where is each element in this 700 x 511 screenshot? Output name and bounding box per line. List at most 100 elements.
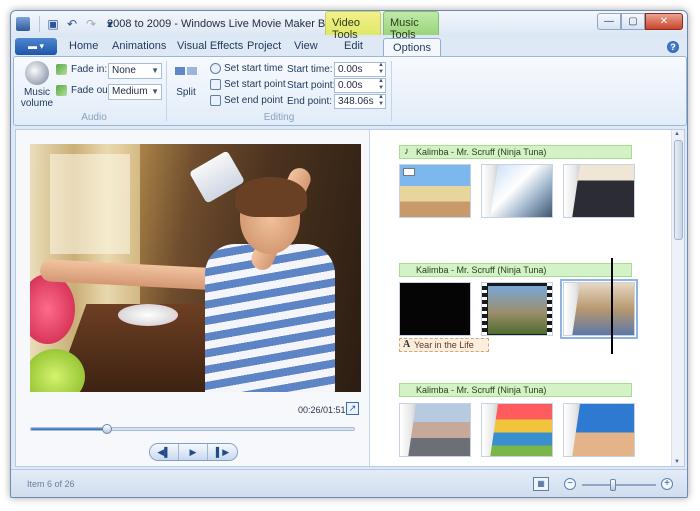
- film-frame-shape: [488, 286, 548, 334]
- end-point-icon: [210, 95, 221, 106]
- caption-bar[interactable]: A Year in the Life: [399, 338, 489, 352]
- playhead[interactable]: [611, 258, 613, 354]
- audio-group-label: Audio: [81, 112, 107, 123]
- clip-thumbnail[interactable]: [481, 282, 553, 336]
- window-controls: — ▢ ✕: [597, 13, 683, 30]
- fade-out-value: Medium: [112, 86, 148, 97]
- tab-animations[interactable]: Animations: [112, 40, 166, 52]
- status-bar: Item 6 of 26 ▦ − +: [11, 469, 687, 497]
- item-count: Item 6 of 26: [27, 479, 75, 489]
- fade-in-dropdown[interactable]: None ▼: [108, 63, 162, 79]
- zoom-slider-handle[interactable]: [610, 479, 617, 491]
- music-track-label: Kalimba - Mr. Scruff (Ninja Tuna): [416, 265, 547, 275]
- scrollbar-thumb[interactable]: [674, 140, 683, 240]
- music-track-bar[interactable]: Kalimba - Mr. Scruff (Ninja Tuna): [399, 263, 632, 277]
- timecode: 00:26/01:51: [298, 405, 346, 415]
- movie-maker-window: ▣ ↶ ↷ ▾ 2008 to 2009 - Windows Live Movi…: [10, 10, 688, 498]
- clip-thumbnail[interactable]: [399, 164, 471, 218]
- set-start-point-button[interactable]: Set start point: [210, 79, 286, 90]
- zoom-out-button[interactable]: −: [564, 478, 576, 490]
- seek-bar[interactable]: [30, 424, 355, 434]
- music-volume-label: Music volume: [20, 87, 54, 109]
- context-tab-video-tools: Video Tools: [325, 11, 381, 41]
- seek-handle[interactable]: [101, 424, 112, 434]
- split-button[interactable]: Split: [171, 67, 201, 98]
- scroll-up-icon[interactable]: ▲: [674, 131, 680, 137]
- content-area: 00:26/01:51 ↗ ◀▌ ▶ ▌▶ ♪ Kalimba - Mr. Sc…: [15, 129, 685, 467]
- start-point-input[interactable]: 0.00s ▲ ▼: [334, 78, 386, 93]
- clip-thumbnail[interactable]: [399, 282, 471, 336]
- tab-view[interactable]: View: [294, 40, 318, 52]
- undo-icon[interactable]: ↶: [64, 16, 80, 32]
- close-button[interactable]: ✕: [645, 13, 683, 30]
- caption-label: Year in the Life: [414, 340, 474, 350]
- scroll-down-icon[interactable]: ▼: [674, 459, 680, 465]
- clip-row-2: [399, 279, 638, 339]
- split-icon: [175, 67, 197, 75]
- maximize-button[interactable]: ▢: [621, 13, 645, 30]
- vertical-scrollbar[interactable]: ▲ ▼: [671, 130, 684, 466]
- previous-frame-button[interactable]: ◀▌: [150, 444, 179, 460]
- music-track-bar[interactable]: ♪ Kalimba - Mr. Scruff (Ninja Tuna): [399, 145, 632, 159]
- clip-thumbnail[interactable]: [481, 164, 553, 218]
- set-start-time-button[interactable]: Set start time: [210, 63, 283, 74]
- fade-in-label: Fade in:: [71, 64, 108, 75]
- pop-out-icon[interactable]: ↗: [346, 402, 359, 415]
- seek-bar-fill: [31, 428, 107, 430]
- transport-controls: ◀▌ ▶ ▌▶: [149, 443, 238, 461]
- tab-project[interactable]: Project: [247, 40, 281, 52]
- film-perforation-shape: [547, 283, 552, 335]
- redo-icon[interactable]: ↷: [83, 16, 99, 32]
- clip-thumbnail[interactable]: [563, 403, 635, 457]
- save-icon[interactable]: ▣: [45, 16, 61, 32]
- tab-edit[interactable]: Edit: [344, 40, 363, 52]
- editing-group-label: Editing: [263, 112, 295, 123]
- app-icon[interactable]: [16, 17, 30, 31]
- clip-row-1: [399, 164, 635, 218]
- quick-access-toolbar: ▣ ↶ ↷ ▾: [37, 16, 118, 32]
- clip-row-3: [399, 403, 635, 457]
- application-menu-button[interactable]: ▬ ▾: [15, 38, 57, 55]
- window-title: 2008 to 2009 - Windows Live Movie Maker …: [107, 18, 341, 30]
- video-preview[interactable]: [30, 144, 361, 392]
- clip-thumbnail[interactable]: [481, 403, 553, 457]
- spinner-arrows-icon[interactable]: ▲ ▼: [378, 94, 384, 108]
- clock-icon: [210, 63, 221, 74]
- chevron-down-icon: ▼: [151, 87, 159, 96]
- start-point-value: 0.00s: [338, 80, 363, 91]
- clip-thumbnail[interactable]: [563, 164, 635, 218]
- clip-thumbnail-selected[interactable]: [560, 279, 638, 339]
- speaker-icon: [25, 61, 49, 85]
- minimize-button[interactable]: —: [597, 13, 621, 30]
- tab-options[interactable]: Options: [383, 38, 441, 58]
- film-perforation-shape: [482, 283, 487, 335]
- qat-separator: [39, 16, 40, 32]
- plate-shape: [118, 304, 178, 326]
- zoom-in-button[interactable]: +: [661, 478, 673, 490]
- music-note-icon: ♪: [404, 146, 409, 157]
- group-separator: [166, 61, 167, 121]
- ribbon: Music volume Fade in: None ▼ Fade out: M…: [13, 56, 687, 126]
- music-volume-button[interactable]: Music volume: [20, 61, 54, 109]
- tab-visual-effects[interactable]: Visual Effects: [177, 40, 243, 52]
- thumbnail-size-icon[interactable]: ▦: [533, 477, 549, 491]
- play-button[interactable]: ▶: [179, 444, 208, 460]
- help-icon[interactable]: ?: [667, 41, 679, 53]
- spinner-arrows-icon[interactable]: ▲ ▼: [378, 78, 384, 92]
- clip-thumbnail[interactable]: [399, 403, 471, 457]
- transition-icon: [482, 165, 498, 217]
- tab-home[interactable]: Home: [69, 40, 98, 52]
- ribbon-tab-row: ▬ ▾ Home Animations Visual Effects Proje…: [11, 37, 687, 58]
- transition-icon: [564, 404, 580, 456]
- start-time-input[interactable]: 0.00s ▲ ▼: [334, 62, 386, 77]
- end-point-input[interactable]: 348.06s ▲ ▼: [334, 94, 386, 109]
- transition-icon: [564, 165, 580, 217]
- caption-icon: A: [403, 339, 411, 350]
- music-track-bar[interactable]: Kalimba - Mr. Scruff (Ninja Tuna): [399, 383, 632, 397]
- fade-in-icon: [56, 64, 67, 75]
- spinner-arrows-icon[interactable]: ▲ ▼: [378, 62, 384, 76]
- next-frame-button[interactable]: ▌▶: [208, 444, 237, 460]
- set-end-point-button[interactable]: Set end point: [210, 95, 283, 106]
- zoom-slider[interactable]: [582, 479, 656, 491]
- fade-out-dropdown[interactable]: Medium ▼: [108, 84, 162, 100]
